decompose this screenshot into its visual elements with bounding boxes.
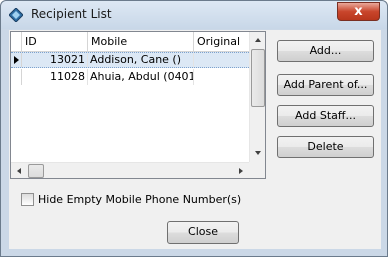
dialog-body: ID Mobile Original 13021 Addison, Cane (… xyxy=(9,30,381,249)
row-indicator xyxy=(11,53,22,67)
row-indicator-arrow-icon xyxy=(14,56,19,64)
horizontal-scroll-thumb[interactable] xyxy=(28,164,44,178)
delete-button[interactable]: Delete xyxy=(277,136,374,158)
vertical-scrollbar[interactable] xyxy=(249,32,265,162)
column-header-id[interactable]: ID xyxy=(22,32,88,51)
hide-empty-label[interactable]: Hide Empty Mobile Phone Number(s) xyxy=(38,193,241,206)
title-bar: Recipient List x xyxy=(1,1,387,29)
cell-original xyxy=(194,69,251,85)
scroll-right-arrow-icon[interactable] xyxy=(239,168,243,174)
scroll-up-arrow-icon[interactable] xyxy=(255,38,261,42)
scroll-left-arrow-icon[interactable] xyxy=(17,168,21,174)
cell-mobile: Ahuia, Abdul (040110 xyxy=(88,69,194,85)
header-indicator-cell xyxy=(11,32,22,51)
window-close-button[interactable]: x xyxy=(337,2,380,21)
vertical-scroll-thumb[interactable] xyxy=(251,49,265,107)
grid-header: ID Mobile Original xyxy=(11,32,251,52)
cell-id: 11028 xyxy=(22,69,88,85)
hide-empty-checkbox[interactable] xyxy=(21,193,34,206)
recipient-list-dialog: Recipient List x ID Mobile Original 1302… xyxy=(0,0,388,257)
add-parent-button[interactable]: Add Parent of... xyxy=(277,74,374,96)
cell-id: 13021 xyxy=(22,53,88,67)
horizontal-scrollbar[interactable] xyxy=(11,162,249,178)
cell-mobile: Addison, Cane () xyxy=(88,53,194,67)
scrollbar-corner xyxy=(249,162,265,178)
scroll-down-arrow-icon[interactable] xyxy=(255,151,261,155)
table-row[interactable]: 11028 Ahuia, Abdul (040110 xyxy=(11,69,251,85)
recipient-grid[interactable]: ID Mobile Original 13021 Addison, Cane (… xyxy=(10,31,266,179)
app-diamond-icon xyxy=(9,8,23,22)
window-title: Recipient List xyxy=(31,7,112,21)
table-row[interactable]: 13021 Addison, Cane () xyxy=(11,52,251,68)
row-indicator xyxy=(11,69,22,85)
add-button[interactable]: Add... xyxy=(277,40,374,62)
add-staff-button[interactable]: Add Staff... xyxy=(277,105,374,127)
column-header-mobile[interactable]: Mobile xyxy=(88,32,194,51)
close-icon: x xyxy=(354,4,363,19)
column-header-original[interactable]: Original xyxy=(194,32,251,51)
cell-original xyxy=(194,53,251,67)
close-button[interactable]: Close xyxy=(167,221,239,244)
